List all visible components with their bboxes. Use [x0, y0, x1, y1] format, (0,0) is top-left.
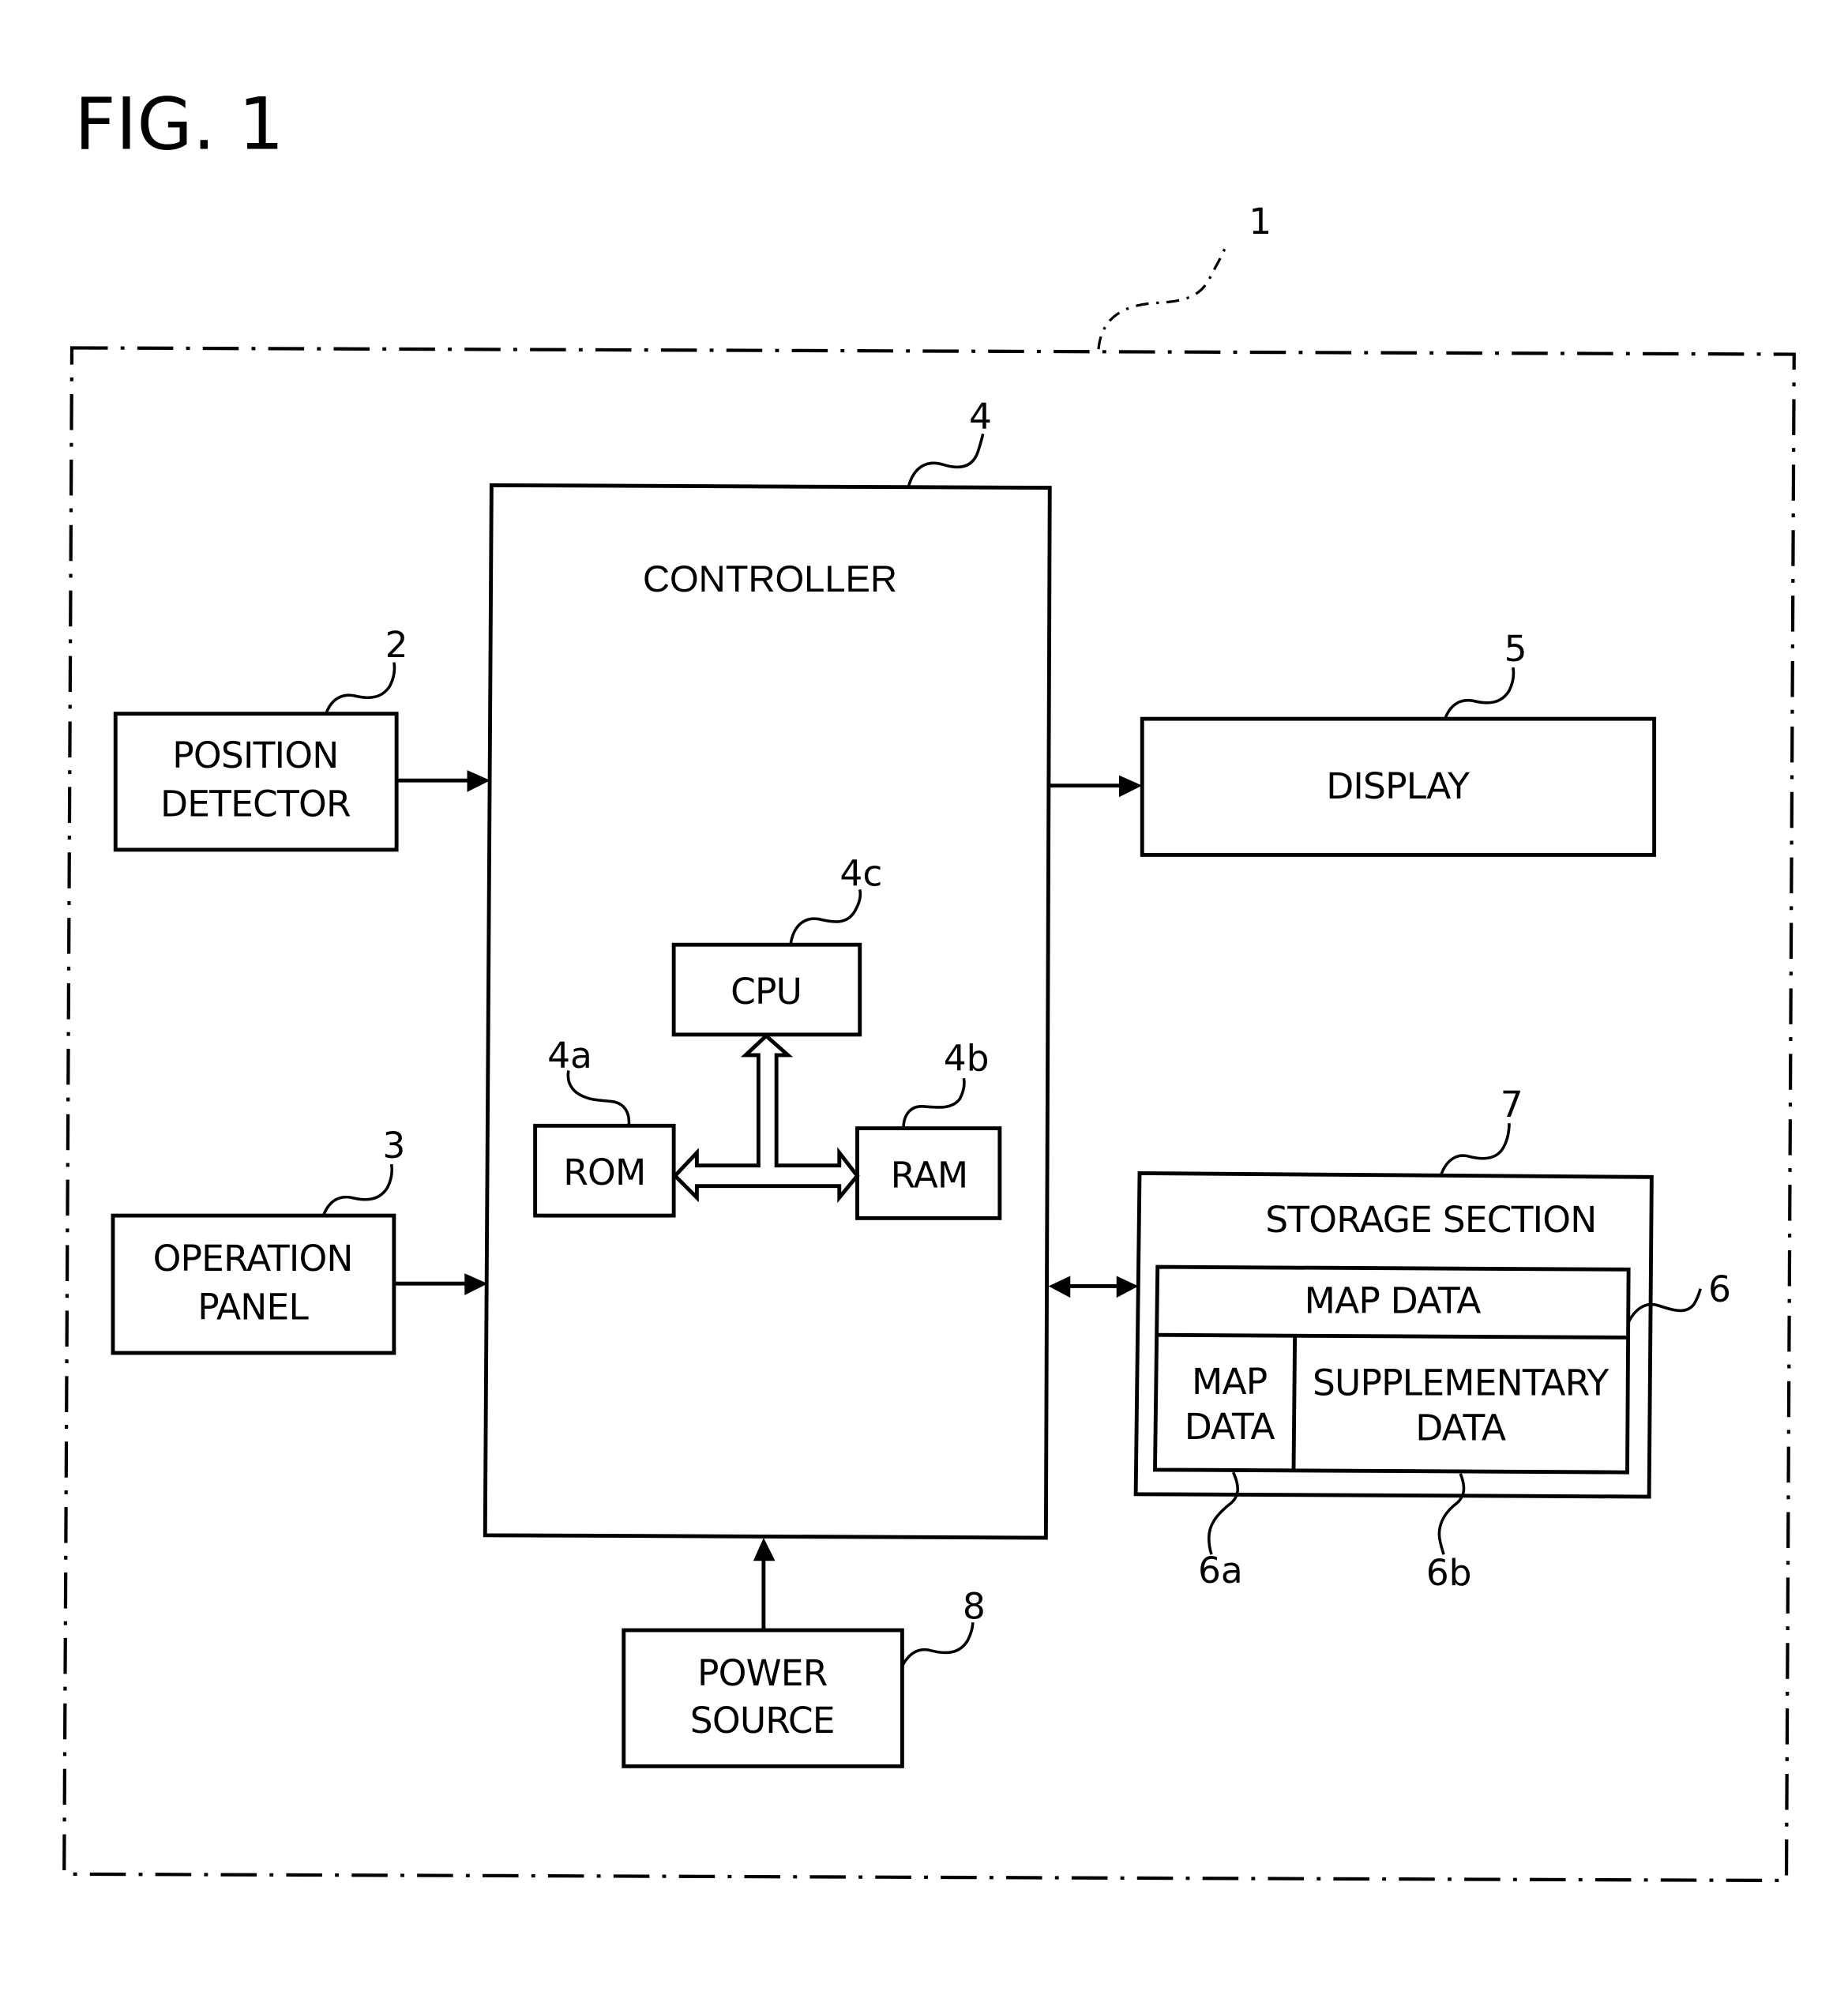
- operation-panel-arrow-icon: [464, 1273, 488, 1295]
- block-diagram: FIG. 1 1 CONTROLLER 4 CPU 4c ROM 4a RAM …: [62, 84, 1796, 1883]
- device-leader: [1097, 246, 1227, 350]
- power-source-block: POWER SOURCE 8: [622, 1585, 986, 1768]
- cpu-label: CPU: [731, 971, 802, 1013]
- operation-panel-label-line2: PANEL: [197, 1287, 309, 1328]
- controller-leader: [907, 433, 985, 487]
- controller-ref: 4: [969, 396, 992, 438]
- figure-title: FIG. 1: [74, 84, 284, 167]
- operation-panel-block: OPERATION PANEL 3: [111, 1125, 405, 1355]
- map-data-label: MAP DATA: [1305, 1280, 1482, 1322]
- position-detector-arrow-icon: [467, 770, 490, 792]
- device-ref: 1: [1249, 201, 1271, 242]
- map-data-divider: [1156, 1332, 1629, 1340]
- rom-ref: 4a: [547, 1035, 592, 1077]
- operation-panel-leader: [321, 1163, 394, 1216]
- sub-map-data-label-line1: MAP: [1192, 1361, 1267, 1403]
- display-ref: 5: [1504, 628, 1527, 670]
- power-source-frame: [622, 1628, 904, 1768]
- storage-section-block: STORAGE SECTION 7 MAP DATA MAP DATA SUPP…: [1133, 1084, 1731, 1594]
- supplementary-data-label-line2: DATA: [1415, 1407, 1506, 1449]
- power-source-label-line2: SOURCE: [690, 1700, 835, 1742]
- supplementary-data-ref: 6b: [1426, 1552, 1472, 1594]
- storage-section-leader: [1440, 1123, 1511, 1175]
- ram-label: RAM: [891, 1154, 968, 1196]
- operation-panel-frame: [111, 1213, 396, 1355]
- supplementary-data-label-line1: SUPPLEMENTARY: [1313, 1362, 1609, 1404]
- sub-map-data-label-line2: DATA: [1185, 1406, 1275, 1448]
- operation-panel-label-line1: OPERATION: [153, 1238, 353, 1279]
- storage-section-ref: 7: [1501, 1084, 1523, 1125]
- storage-arrow-left-icon: [1048, 1276, 1071, 1298]
- display-leader: [1444, 667, 1516, 720]
- rom-label: ROM: [563, 1152, 645, 1193]
- position-detector-label-line2: DETECTOR: [160, 783, 351, 825]
- power-source-arrow-icon: [753, 1538, 776, 1561]
- display-label: DISPLAY: [1326, 765, 1470, 807]
- position-detector-leader: [325, 662, 396, 715]
- sub-map-data-ref: 6a: [1198, 1550, 1243, 1591]
- position-detector-block: POSITION DETECTOR 2: [113, 624, 408, 852]
- display-arrow-icon: [1119, 775, 1143, 798]
- power-source-ref: 8: [963, 1585, 986, 1627]
- ram-ref: 4b: [944, 1037, 990, 1079]
- operation-panel-ref: 3: [382, 1125, 405, 1167]
- map-data-column-divider: [1291, 1336, 1298, 1471]
- storage-section-label: STORAGE SECTION: [1265, 1199, 1596, 1241]
- position-detector-ref: 2: [385, 624, 408, 666]
- power-source-leader: [900, 1622, 975, 1667]
- power-source-label-line1: POWER: [697, 1652, 828, 1694]
- storage-arrow-right-icon: [1116, 1276, 1139, 1298]
- map-data-ref: 6: [1708, 1268, 1731, 1310]
- cpu-ref: 4c: [839, 852, 882, 894]
- position-detector-label-line1: POSITION: [172, 735, 338, 776]
- controller-label: CONTROLLER: [643, 558, 897, 599]
- display-block: DISPLAY 5: [1140, 628, 1657, 857]
